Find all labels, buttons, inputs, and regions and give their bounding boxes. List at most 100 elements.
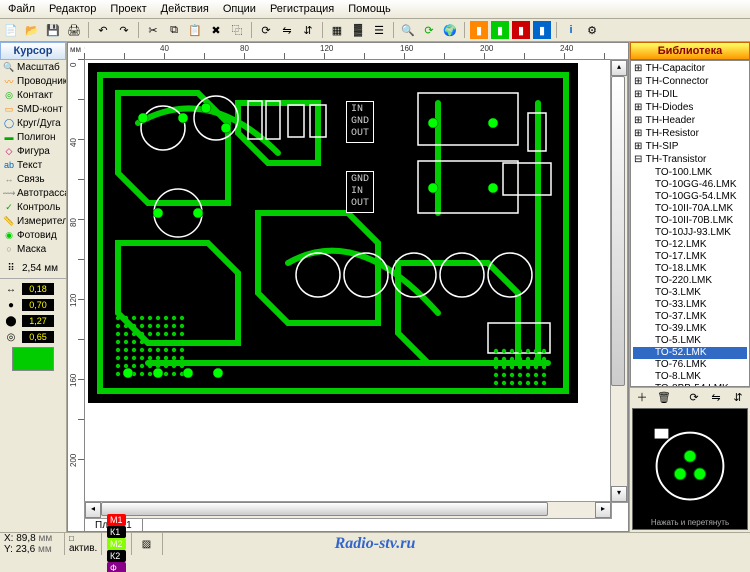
tool-контроль[interactable]: ✓Контроль xyxy=(0,200,66,214)
tool-фотовид[interactable]: ◉Фотовид xyxy=(0,228,66,242)
zoom-icon[interactable]: 🔍 xyxy=(399,21,417,39)
print-icon[interactable]: 🖨 xyxy=(65,21,83,39)
grid-icon[interactable]: ▓ xyxy=(349,21,367,39)
tool-круг/дуга[interactable]: ◯Круг/Дуга xyxy=(0,116,66,130)
expand-icon[interactable]: ⊞ xyxy=(634,90,643,102)
component-preview[interactable]: Нажать и перетянуть xyxy=(632,408,748,530)
ruler-horizontal[interactable]: 04080120160200240 xyxy=(84,43,612,60)
menu-options[interactable]: Опции xyxy=(217,1,262,17)
chip1-icon[interactable]: ▮ xyxy=(470,21,488,39)
scroll-down-icon[interactable]: ▾ xyxy=(611,486,627,502)
tool-масштаб[interactable]: 🔍Масштаб xyxy=(0,60,66,74)
menu-project[interactable]: Проект xyxy=(104,1,152,17)
collapse-icon[interactable]: ⊟ xyxy=(634,155,643,167)
expand-icon[interactable]: ⊞ xyxy=(634,77,643,89)
expand-icon[interactable]: ⊞ xyxy=(634,142,643,154)
color-swatch[interactable] xyxy=(12,347,54,371)
layer-button[interactable]: Ф xyxy=(107,562,126,572)
menu-actions[interactable]: Действия xyxy=(155,1,215,17)
menu-help[interactable]: Помощь xyxy=(342,1,397,17)
tree-item[interactable]: TO-10GG-46.LMK xyxy=(633,179,747,191)
chip2-icon[interactable]: ▮ xyxy=(491,21,509,39)
settings-icon[interactable]: ⚙ xyxy=(583,21,601,39)
property-1[interactable]: ●0,70 xyxy=(0,297,66,313)
layer-button[interactable]: К1 xyxy=(107,526,126,538)
layer-button[interactable]: М2 xyxy=(107,538,126,550)
mirror-h-icon[interactable]: ⇋ xyxy=(278,21,296,39)
copy-icon[interactable]: ⧉ xyxy=(165,21,183,39)
redo-icon[interactable]: ↷ xyxy=(115,21,133,39)
tree-item[interactable]: TO-100.LMK xyxy=(633,167,747,179)
tree-group[interactable]: ⊞ TH-Resistor xyxy=(633,128,747,141)
scroll-right-icon[interactable]: ▸ xyxy=(595,502,611,518)
tree-item[interactable]: TO-220.LMK xyxy=(633,275,747,287)
scroll-left-icon[interactable]: ◂ xyxy=(85,502,101,518)
tool-автотрасса[interactable]: ⟿Автотрасса xyxy=(0,186,66,200)
layer-button[interactable]: К2 xyxy=(107,550,126,562)
chip3-icon[interactable]: ▮ xyxy=(512,21,530,39)
align-icon[interactable]: ▦ xyxy=(328,21,346,39)
tree-item[interactable]: TO-3.LMK xyxy=(633,287,747,299)
tree-item[interactable]: TO-5.LMK xyxy=(633,335,747,347)
expand-icon[interactable]: ⊞ xyxy=(634,116,643,128)
tree-group-open[interactable]: ⊟ TH-Transistor xyxy=(633,154,747,167)
property-0[interactable]: ↔0,18 xyxy=(0,281,66,297)
menu-edit[interactable]: Редактор xyxy=(43,1,102,17)
tree-item[interactable]: TO-12.LMK xyxy=(633,239,747,251)
tree-item[interactable]: TO-10II-70A.LMK xyxy=(633,203,747,215)
tree-group[interactable]: ⊞ TH-Header xyxy=(633,115,747,128)
lib-flip-icon[interactable]: ⇵ xyxy=(729,388,747,406)
menu-file[interactable]: Файл xyxy=(2,1,41,17)
delete-icon[interactable]: ✖ xyxy=(207,21,225,39)
tree-group[interactable]: ⊞ TH-Capacitor xyxy=(633,63,747,76)
library-tree[interactable]: ⊞ TH-Capacitor⊞ TH-Connector⊞ TH-DIL⊞ TH… xyxy=(630,60,750,387)
expand-icon[interactable]: ⊞ xyxy=(634,64,643,76)
duplicate-icon[interactable]: ⿻ xyxy=(228,21,246,39)
lib-add-icon[interactable]: ＋ xyxy=(633,388,651,406)
layers-icon[interactable]: ☰ xyxy=(370,21,388,39)
tree-item[interactable]: TO-76.LMK xyxy=(633,359,747,371)
expand-icon[interactable]: ⊞ xyxy=(634,103,643,115)
tree-group[interactable]: ⊞ TH-Diodes xyxy=(633,102,747,115)
tree-item[interactable]: TO-52.LMK xyxy=(633,347,747,359)
scroll-up-icon[interactable]: ▴ xyxy=(611,60,627,76)
tool-текст[interactable]: abТекст xyxy=(0,158,66,172)
rotate-icon[interactable]: ⟳ xyxy=(257,21,275,39)
tree-item[interactable]: TO-39.LMK xyxy=(633,323,747,335)
tool-контакт[interactable]: ◎Контакт xyxy=(0,88,66,102)
tool-smd-конт[interactable]: ▭SMD-конт xyxy=(0,102,66,116)
open-icon[interactable]: 📂 xyxy=(23,21,41,39)
tree-group[interactable]: ⊞ TH-Connector xyxy=(633,76,747,89)
tree-item[interactable]: TO-10II-70B.LMK xyxy=(633,215,747,227)
tool-проводник[interactable]: 〰Проводник xyxy=(0,74,66,88)
scrollbar-horizontal[interactable]: ◂ ▸ xyxy=(84,501,612,519)
tool-полигон[interactable]: ▬Полигон xyxy=(0,130,66,144)
scrollbar-vertical[interactable]: ▴ ▾ xyxy=(610,59,628,503)
tree-item[interactable]: TO-8.LMK xyxy=(633,371,747,383)
tree-item[interactable]: TO-18.LMK xyxy=(633,263,747,275)
paste-icon[interactable]: 📋 xyxy=(186,21,204,39)
pcb-board[interactable]: INGNDOUTGNDINOUT xyxy=(86,61,580,405)
chip4-icon[interactable]: ▮ xyxy=(533,21,551,39)
tree-item[interactable]: TO-10GG-54.LMK xyxy=(633,191,747,203)
refresh-icon[interactable]: ⟳ xyxy=(420,21,438,39)
info-icon[interactable]: i xyxy=(562,21,580,39)
property-2[interactable]: ⬤1,27 xyxy=(0,313,66,329)
tool-связь[interactable]: ↔Связь xyxy=(0,172,66,186)
new-icon[interactable]: 📄 xyxy=(2,21,20,39)
hatch-icon[interactable]: ▨ xyxy=(132,533,163,555)
tree-group[interactable]: ⊞ TH-SIP xyxy=(633,141,747,154)
lib-del-icon[interactable]: 🗑 xyxy=(655,388,673,406)
tree-item[interactable]: TO-37.LMK xyxy=(633,311,747,323)
tool-измеритель[interactable]: 📏Измеритель xyxy=(0,214,66,228)
tool-фигура[interactable]: ◇Фигура xyxy=(0,144,66,158)
grid-size[interactable]: ⠿ 2,54 мм xyxy=(0,260,66,276)
property-3[interactable]: ◎0,65 xyxy=(0,329,66,345)
tree-group[interactable]: ⊞ TH-DIL xyxy=(633,89,747,102)
world-icon[interactable]: 🌍 xyxy=(441,21,459,39)
cut-icon[interactable]: ✂ xyxy=(144,21,162,39)
lib-rotate-icon[interactable]: ⟳ xyxy=(685,388,703,406)
ruler-vertical[interactable]: 04080120160200 xyxy=(68,59,85,503)
expand-icon[interactable]: ⊞ xyxy=(634,129,643,141)
lib-mirror-icon[interactable]: ⇋ xyxy=(707,388,725,406)
